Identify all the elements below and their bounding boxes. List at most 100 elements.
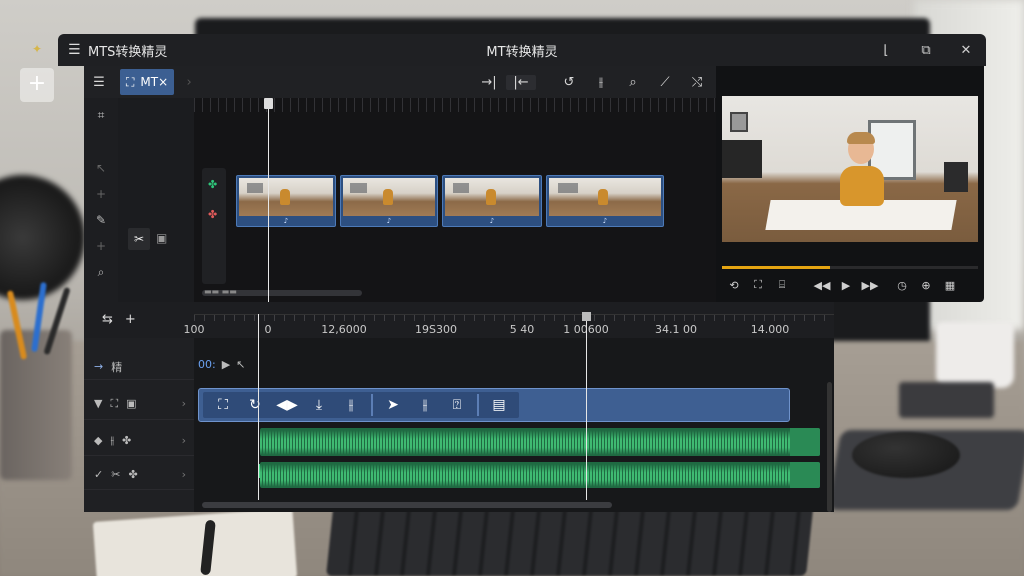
timeline-vscroll[interactable] [827,382,832,512]
mug [936,322,1014,388]
chevron-right-icon[interactable]: › [182,468,186,481]
video-track-clip[interactable]: ⛶ ↻ ◀▶ ⤓ ⫲ ➤ ⫲ ⍰ ▤ [198,388,790,422]
magic-icon[interactable]: ⟋ [650,75,680,90]
time-ruler[interactable]: 100 0 12,6000 19S300 5 40 1 00600 34.1 0… [184,314,834,338]
undo-icon[interactable]: ↺ [554,75,584,90]
shuffle-icon[interactable]: ⤭ [682,75,712,90]
play-icon[interactable]: ▶ [834,279,858,292]
rewind-icon[interactable]: ◀◀ [810,279,834,292]
check-icon[interactable]: ✓ [94,468,103,481]
grid-icon[interactable]: ▦ [938,279,962,292]
track-header-audio-1[interactable]: ◆ ⫲ ✤ › [84,426,194,456]
pointer-icon[interactable]: ➤ [377,397,409,413]
scroll-label: ▬▬ ▬▬ [204,287,237,296]
add-button[interactable]: + [20,68,54,102]
fast-forward-icon[interactable]: ▶▶ [858,279,882,292]
chevron-icon[interactable]: › [174,75,204,90]
tab-media[interactable]: ⛶ MT× [120,69,175,95]
split-icon[interactable]: ⫲ [110,434,114,448]
audio-track-1[interactable] [260,428,820,456]
speed-icon[interactable]: ◀▶ [271,397,303,413]
cut-icon[interactable]: ↖ [96,161,106,175]
playback-controls: ⟲ ⛶ ⌸ ◀◀ ▶ ▶▶ ◷ ⊕ ▦ [722,276,978,294]
transform-icon[interactable]: ⛶ [110,397,118,411]
loop-icon[interactable]: ⟲ [722,279,746,292]
menu-icon[interactable]: ☰ [68,42,82,58]
playback-progress[interactable] [722,266,978,269]
clip-toolbar: ⛶ ↻ ◀▶ ⤓ ⫲ ➤ ⫲ ⍰ ▤ [203,392,519,418]
transform-icon[interactable]: ⛶ [207,397,239,413]
waveform [260,428,820,456]
video-clip[interactable]: ♪ [546,175,664,227]
export-icon[interactable]: ▤ [483,397,515,413]
add-icon[interactable]: + [96,239,106,253]
video-clip[interactable]: ♪ [340,175,438,227]
add-track-icon[interactable]: + [125,312,136,327]
restore-icon[interactable]: ⧉ [906,43,946,58]
audio-track-2[interactable] [260,462,820,488]
rotate-icon[interactable]: ↻ [239,397,271,413]
split-out-icon[interactable]: |← [506,74,536,90]
brush-icon[interactable]: ✂ [128,228,150,250]
minimize-icon[interactable]: ⌊ [866,43,906,58]
track-name: 精 [111,360,123,374]
track-header-title[interactable]: → 精 [84,354,194,380]
effect-icon[interactable]: ✤ [128,468,137,481]
play-icon[interactable]: ▶ [222,358,230,371]
clip-rail: ✤ ✤ [202,168,226,284]
timer-icon[interactable]: ◷ [890,279,914,292]
video-clip[interactable]: ♪ [236,175,336,227]
preview-video[interactable] [722,96,978,242]
zoom-icon[interactable]: ⌕ [618,75,648,90]
trim-icon[interactable]: ⫲ [409,397,441,413]
pen-icon[interactable]: ✎ [96,213,106,227]
crop-icon[interactable]: ⛶ [746,278,770,292]
timeline-playhead[interactable] [582,312,591,500]
track-header-audio-2[interactable]: ✓ ✂ ✤ › [84,460,194,490]
grid-icon[interactable]: ⌗ [98,108,105,123]
desk-box [899,382,994,418]
subtitle-icon[interactable]: ⌸ [770,278,794,292]
library-icon[interactable]: ▣ [156,231,167,245]
mix-icon[interactable]: ✤ [122,434,131,447]
split-in-icon[interactable]: →| [474,75,504,90]
chevron-right-icon[interactable]: › [182,434,186,447]
razor-icon[interactable]: ⫲ [586,75,616,90]
timeline-scrollbar[interactable] [202,502,612,508]
split-icon[interactable]: ⤓ [303,397,335,413]
cut-icon[interactable]: ✂ [111,468,120,481]
timeline-playhead-start[interactable] [258,314,259,500]
timeline-tracks: 00: ▶ ↖ ⛶ ↻ ◀▶ ⤓ ⫲ ➤ ⫲ ⍰ ▤ [194,338,834,512]
link-icon[interactable]: + [96,187,106,201]
marker-icon[interactable]: ✤ [208,178,217,191]
child-figure [840,166,884,206]
razor-icon[interactable]: ⫲ [335,397,367,413]
separator [477,394,479,416]
text-icon[interactable]: ⍰ [441,397,473,413]
clip-tag: ♪ [283,217,289,225]
target-icon[interactable]: ⊕ [914,279,938,292]
tab-label: MT× [140,75,169,89]
pencil-cup [0,330,72,480]
ruler-label: 100 [183,323,205,336]
close-icon[interactable]: ✕ [946,43,986,58]
toolbar: ☰ ⛶ MT× › →| |← ↺ ⫲ ⌕ ⟋ ⤭ [84,66,718,98]
track-header-video[interactable]: ▼ ⛶ ▣ › [84,388,194,420]
clip-tag: ♪ [386,217,392,225]
marker-icon[interactable]: ✤ [208,208,217,221]
ruler-label: 34.1 00 [655,323,697,336]
cursor-icon[interactable]: ↖ [236,358,245,371]
audio-end [790,462,820,488]
trim-icon[interactable]: ⇆ [102,312,113,327]
search-icon[interactable]: ⌕ [98,265,105,280]
video-clip[interactable]: ♪ [442,175,542,227]
list-icon[interactable]: ☰ [84,75,114,90]
comment-icon[interactable]: ◆ [94,434,102,447]
timeline-panel: ⇆ + 100 0 12,6000 19S300 5 40 1 00600 34… [84,302,834,512]
chevron-right-icon[interactable]: › [182,397,186,410]
layer-icon[interactable]: ▣ [126,397,136,410]
media-playhead[interactable] [264,98,273,302]
collapse-icon[interactable]: ▼ [94,397,102,410]
ruler-label: 19S300 [415,323,457,336]
folder-icon[interactable]: ✦ [30,42,44,56]
